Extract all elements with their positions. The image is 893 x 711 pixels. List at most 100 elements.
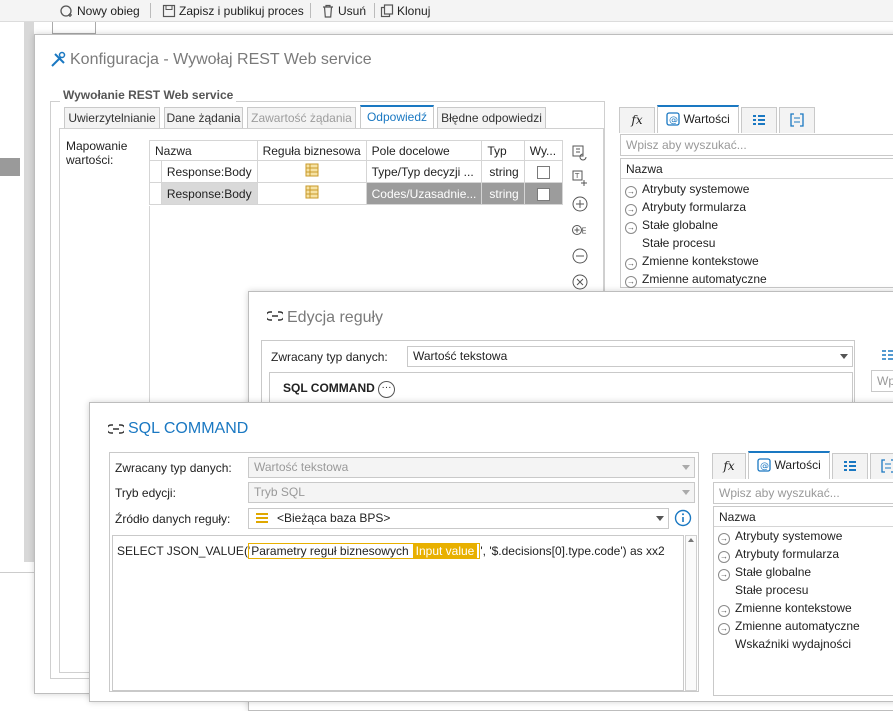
delete-label: Usuń [338,4,367,18]
tab-list[interactable] [832,453,868,479]
tree-item-system-attributes[interactable]: → Atrybuty systemowe [625,180,749,198]
add-text-icon[interactable]: T [571,169,589,187]
edit-mode-label: Tryb edycji: [115,486,176,500]
tab-request-data[interactable]: Dane żądania [164,107,243,129]
tree-item-process-constants[interactable]: Stałe procesu [718,581,808,599]
tab-authentication[interactable]: Uwierzytelnianie [64,107,160,129]
database-icon [256,513,268,523]
tree-item-form-attributes[interactable]: → Atrybuty formularza [718,545,839,563]
data-source-select[interactable]: <Bieżąca baza BPS> [248,508,669,529]
mapping-table: Nazwa Reguła biznesowa Pole docelowe Typ… [149,140,564,205]
function-name[interactable]: SQL COMMAND [283,381,375,395]
toolbar-divider [310,3,311,18]
tree-item-global-constants[interactable]: → Stałe globalne [625,216,718,234]
sql-return-type-select[interactable]: Wartość tekstowa [248,457,695,478]
tree-item-automatic-variables[interactable]: → Zmienne automatyczne [718,617,860,635]
add-element-icon[interactable]: E [571,221,589,239]
svg-text:@: @ [669,116,678,126]
function-more-button[interactable]: ··· [378,381,395,398]
sql-window-title: SQL COMMAND [128,420,249,437]
chevron-right-icon: → [718,569,730,581]
new-process-button[interactable]: Nowy obieg [60,2,140,20]
tree-item-context-variables[interactable]: → Zmienne kontekstowe [718,599,852,617]
rule-return-type-select[interactable]: Wartość tekstowa [407,346,853,367]
chevron-right-icon: → [625,204,637,216]
rule-grid-icon [305,185,319,199]
toolbar-divider [150,3,151,18]
tree-item-form-attributes[interactable]: → Atrybuty formularza [625,198,746,216]
col-type[interactable]: Typ [481,140,525,161]
tab-functions[interactable]: fx [712,453,746,479]
clear-circle-icon[interactable] [571,273,589,291]
rule-side-search[interactable]: Wpi [871,370,893,392]
add-circle-icon[interactable] [571,195,589,213]
chevron-right-icon: → [625,276,637,288]
sql-line: SELECT JSON_VALUE('Parametry reguł bizne… [117,543,665,559]
brackets-icon [881,459,893,473]
save-publish-label: Zapisz i publikuj proces [179,4,304,18]
values-icon: @ [757,458,771,472]
mapping-label: Mapowanie wartości: [66,139,128,167]
col-target-field[interactable]: Pole docelowe [365,140,483,161]
col-name[interactable]: Nazwa [149,140,258,161]
values-search-input[interactable]: Wpisz aby wyszukać... [620,134,893,156]
sql-return-type-label: Zwracany typ danych: [115,461,232,475]
sql-scrollbar[interactable] [685,535,697,691]
svg-text:@: @ [760,462,769,472]
background-tab [52,22,96,34]
tab-response[interactable]: Odpowiedź [360,105,434,129]
svg-text:E: E [582,227,587,236]
delete-button[interactable]: Usuń [321,2,366,20]
clone-button[interactable]: Klonuj [380,2,430,20]
tree-item-context-variables[interactable]: → Zmienne kontekstowe [625,252,759,270]
values-tree-header: Nazwa [621,159,893,179]
tree-item-automatic-variables[interactable]: → Zmienne automatyczne [625,270,767,288]
tab-request-content[interactable]: Zawartość żądania [247,107,356,129]
background-panel-strip [0,158,20,176]
tab-brackets[interactable] [779,107,815,133]
tree-item-process-constants[interactable]: Stałe procesu [625,234,715,252]
tab-list[interactable] [741,107,777,133]
new-process-icon [60,5,72,17]
scroll-up-icon [688,538,694,542]
chevron-right-icon: → [718,623,730,635]
row-name: Response:Body [160,182,258,205]
row-name: Response:Body [160,160,258,183]
tab-brackets[interactable] [870,453,893,479]
parameter-chip[interactable]: Parametry reguł biznesowych Input value [248,543,481,559]
sql-suffix: ', '$.decisions[0].type.code') as xx2 [480,544,665,558]
tree-item-system-attributes[interactable]: → Atrybuty systemowe [718,527,842,545]
table-row[interactable]: Response:Body Type/Typ decyzji ... strin… [149,160,564,183]
tab-error-responses[interactable]: Błędne odpowiedzi [437,107,546,129]
tab-functions[interactable]: fx [619,107,655,133]
col-business-rule[interactable]: Reguła biznesowa [256,140,367,161]
sql-values-search-input[interactable]: Wpisz aby wyszukać... [713,482,893,504]
info-icon[interactable] [674,509,692,527]
output-checkbox[interactable] [536,187,550,201]
chevron-down-icon [682,490,690,495]
tab-values[interactable]: @ Wartości [657,105,739,133]
toolbar-divider [374,3,375,18]
rule-right-tab[interactable] [865,340,893,368]
refresh-mapping-icon[interactable] [571,143,589,161]
tree-item-global-constants[interactable]: → Stałe globalne [718,563,811,581]
save-icon [162,4,176,18]
search-placeholder: Wpisz aby wyszukać... [626,138,747,152]
chevron-right-icon: → [718,533,730,545]
edit-mode-select[interactable]: Tryb SQL [248,482,695,503]
tab-values[interactable]: @ Wartości [748,451,830,479]
business-rule-cell[interactable] [256,160,367,183]
tree-item-performance-indicators[interactable]: Wskaźniki wydajności [718,635,851,653]
values-tab-label: Wartości [683,112,730,126]
data-source-label: Źródło danych reguły: [115,512,231,526]
table-row[interactable]: Response:Body Codes/Uzasadnie... string [149,182,564,205]
col-output[interactable]: Wy... [523,140,564,161]
sql-prefix: SELECT JSON_VALUE(' [117,544,251,558]
save-publish-button[interactable]: Zapisz i publikuj proces [162,2,304,20]
link-icon [267,311,283,321]
remove-circle-icon[interactable] [571,247,589,265]
list-icon [844,461,856,471]
chevron-right-icon: → [625,222,637,234]
business-rule-cell[interactable] [256,182,367,205]
output-checkbox[interactable] [536,165,550,179]
